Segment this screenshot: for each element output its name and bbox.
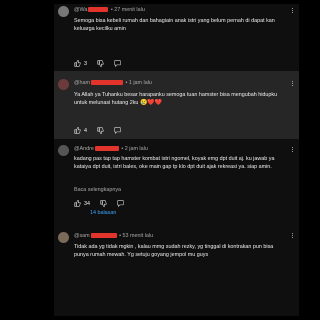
comment-meta: @Wa • 27 menit lalu (74, 7, 145, 13)
avatar[interactable] (58, 79, 69, 90)
avatar[interactable] (58, 145, 69, 156)
more-vert-icon[interactable] (291, 80, 294, 89)
more-vert-icon[interactable] (291, 7, 294, 16)
comment-meta: @ham • 1 jam lalu (74, 80, 152, 86)
like-button[interactable]: 3 (74, 60, 87, 67)
like-count: 3 (84, 60, 87, 67)
comments-panel: @Wa • 27 menit lalu Semoga bisa kebeli r… (54, 4, 299, 316)
comment-actions: 34 (74, 199, 214, 208)
replies-link[interactable]: 14 balasan (90, 210, 116, 216)
comment-meta: @sam • 53 menit lalu (74, 233, 154, 239)
comment-time: 53 menit lalu (122, 233, 154, 239)
comment-2: @ham • 1 jam lalu Ya Allah ya Tuhanku be… (54, 71, 299, 139)
avatar[interactable] (58, 232, 69, 243)
heart-icon: 😢❤️❤️ (139, 100, 163, 107)
comment-time: 1 jam lalu (128, 80, 152, 86)
comment-icon[interactable] (117, 200, 124, 207)
like-count: 34 (84, 200, 90, 207)
like-button[interactable]: 34 (74, 200, 90, 207)
comment-actions: 4 (74, 126, 214, 135)
like-button[interactable]: 4 (74, 127, 87, 134)
comment-4: @sam • 53 menit lalu Tidak ada yg tidak … (54, 226, 299, 316)
author-name[interactable]: @sam (74, 233, 90, 239)
thumb-up-icon (74, 200, 81, 207)
comment-icon[interactable] (114, 60, 121, 67)
more-vert-icon[interactable] (291, 232, 294, 241)
comment-actions: 3 (74, 59, 214, 68)
thumb-up-icon (74, 127, 81, 134)
comment-1: @Wa • 27 menit lalu Semoga bisa kebeli r… (54, 4, 299, 70)
avatar[interactable] (58, 6, 69, 17)
redacted-name (94, 146, 119, 152)
comment-meta: @Andre • 2 jam lalu (74, 146, 148, 152)
comment-text: kadang pas tap tap hamster kombat istri … (74, 156, 275, 171)
comment-icon[interactable] (114, 127, 121, 134)
like-count: 4 (84, 127, 87, 134)
comment-text: Tidak ada yg tidak mgkin , kalau mmg sud… (74, 244, 274, 259)
comment-3: @Andre • 2 jam lalu kadang pas tap tap h… (54, 141, 299, 209)
thumb-down-icon[interactable] (100, 200, 107, 207)
thumb-up-icon (74, 60, 81, 67)
redacted-name (90, 80, 123, 86)
read-more-link[interactable]: Baca selengkapnya (74, 187, 121, 193)
comment-body: Ya Allah ya Tuhanku besar harapanku semo… (74, 92, 278, 107)
thumb-down-icon[interactable] (97, 127, 104, 134)
comment-time: 27 menit lalu (114, 7, 145, 13)
thumb-down-icon[interactable] (97, 60, 104, 67)
comment-time: 2 jam lalu (124, 146, 148, 152)
author-name[interactable]: @ham (74, 80, 90, 86)
redacted-name (88, 7, 109, 13)
comment-text: Semoga bisa kebeli rumah dan bahagiain a… (74, 18, 275, 33)
author-name[interactable]: @Wa (74, 7, 87, 13)
comment-text: Ya Allah ya Tuhanku besar harapanku semo… (74, 91, 289, 108)
redacted-name (90, 233, 117, 239)
more-vert-icon[interactable] (291, 146, 294, 155)
author-name[interactable]: @Andre (74, 146, 94, 152)
